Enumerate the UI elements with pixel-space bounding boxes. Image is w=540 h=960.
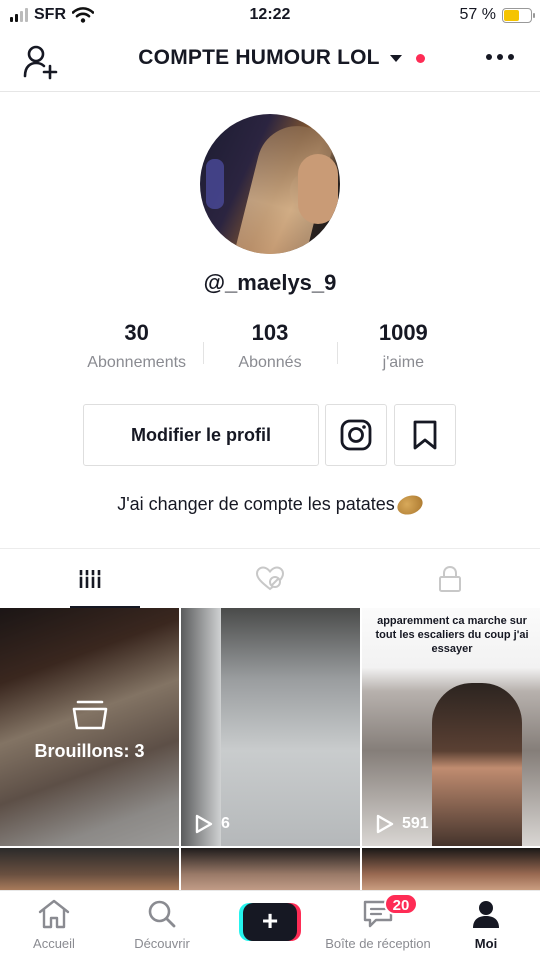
- nav-home[interactable]: Accueil: [0, 891, 108, 960]
- stat-value: 103: [251, 320, 289, 345]
- stat-label: Abonnés: [238, 354, 302, 371]
- stat-following[interactable]: 30 Abonnements: [70, 320, 203, 380]
- profile-stats: 30 Abonnements 103 Abonnés 1009 j'aime: [70, 320, 470, 380]
- grid-icon: [79, 569, 101, 588]
- create-button[interactable]: +: [239, 903, 301, 941]
- view-count: 6: [221, 815, 230, 832]
- lock-icon: [439, 565, 461, 592]
- video-tile[interactable]: apparemment ca marche sur tout les escal…: [362, 608, 540, 846]
- status-bar: SFR 12:22 57 %: [0, 0, 540, 34]
- bio-text: J'ai changer de compte les patates: [117, 494, 395, 514]
- nav-discover[interactable]: Découvrir: [108, 891, 216, 960]
- nav-inbox[interactable]: 20 Boîte de réception: [324, 891, 432, 960]
- stat-label: Abonnements: [87, 354, 187, 371]
- inbox-badge: 20: [384, 893, 418, 915]
- drafts-label: Brouillons: 3: [34, 741, 145, 761]
- nav-label: Accueil: [33, 936, 75, 951]
- tab-private[interactable]: [360, 549, 540, 608]
- bottom-nav: Accueil Découvrir + 20 Boîte de réceptio…: [0, 890, 540, 960]
- liked-hidden-icon: [255, 565, 285, 590]
- video-tile[interactable]: [0, 848, 179, 890]
- instagram-icon: [340, 419, 372, 451]
- tab-videos[interactable]: [0, 549, 180, 608]
- search-icon: [148, 900, 176, 928]
- more-options-icon[interactable]: [486, 54, 514, 60]
- play-icon: [195, 814, 213, 834]
- video-tile[interactable]: [362, 848, 540, 890]
- favorites-button[interactable]: [394, 404, 456, 466]
- video-caption: apparemment ca marche sur tout les escal…: [375, 615, 529, 655]
- battery-icon: [502, 7, 535, 23]
- instagram-button[interactable]: [325, 404, 387, 466]
- drafts-box-icon: [72, 700, 107, 730]
- nav-label: Moi: [474, 936, 498, 951]
- chevron-down-icon: [389, 54, 402, 62]
- view-count: 591: [402, 815, 429, 832]
- play-icon: [376, 814, 394, 834]
- notification-dot: [416, 54, 425, 63]
- profile-bio: J'ai changer de compte les patates: [0, 492, 540, 519]
- plus-icon: +: [243, 903, 297, 941]
- edit-profile-button[interactable]: Modifier le profil: [83, 404, 319, 466]
- avatar[interactable]: [200, 114, 340, 254]
- stat-likes[interactable]: 1009 j'aime: [336, 320, 470, 380]
- video-grid: Brouillons: 3 6 apparemment ca marche su…: [0, 608, 540, 890]
- home-icon: [38, 899, 70, 929]
- username: @_maelys_9: [203, 270, 337, 295]
- account-switcher[interactable]: COMPTE HUMOUR LOL: [0, 46, 540, 70]
- nav-label: Découvrir: [134, 936, 190, 951]
- video-tile[interactable]: 6: [181, 608, 360, 846]
- potato-emoji: [394, 492, 426, 519]
- account-name: COMPTE HUMOUR LOL: [138, 46, 380, 69]
- stat-value: 30: [124, 320, 149, 345]
- profile-header: COMPTE HUMOUR LOL: [0, 34, 540, 92]
- drafts-tile[interactable]: Brouillons: 3: [0, 608, 179, 846]
- tab-liked[interactable]: [180, 549, 360, 608]
- nav-label: Boîte de réception: [325, 936, 431, 951]
- video-tile[interactable]: [181, 848, 360, 890]
- content-tabs: [0, 548, 540, 608]
- nav-create[interactable]: +: [216, 891, 324, 960]
- stat-label: j'aime: [382, 354, 424, 371]
- stat-value: 1009: [378, 320, 428, 345]
- profile-icon: [473, 901, 499, 928]
- stat-followers[interactable]: 103 Abonnés: [203, 320, 336, 380]
- battery-percent: 57 %: [459, 6, 496, 23]
- nav-me[interactable]: Moi: [432, 891, 540, 960]
- bookmark-icon: [413, 420, 437, 450]
